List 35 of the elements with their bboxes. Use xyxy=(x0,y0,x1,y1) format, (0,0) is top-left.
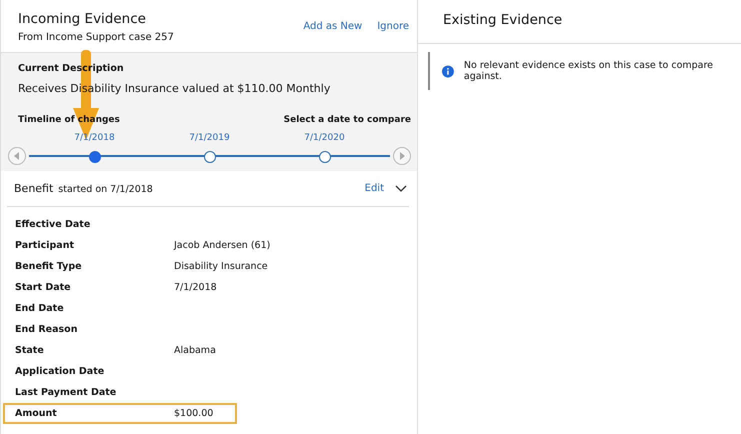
caret-left-icon xyxy=(12,151,22,161)
field-value: 7/1/2018 xyxy=(174,282,217,293)
panel-title: Incoming Evidence xyxy=(18,11,147,27)
field-label: Effective Date xyxy=(15,219,92,230)
field-value: Jacob Andersen (61) xyxy=(174,240,270,251)
chevron-icon[interactable] xyxy=(395,184,407,192)
timeline-date[interactable]: 7/1/2018 xyxy=(74,133,115,143)
field-label: End Reason xyxy=(15,324,78,335)
panel-subtitle: From Income Support case 257 xyxy=(18,32,174,43)
caret-right-icon xyxy=(397,151,407,161)
field-label: Application Date xyxy=(15,366,106,377)
panel-title: Existing Evidence xyxy=(443,12,564,28)
field-label: Last Payment Date xyxy=(15,387,118,398)
field-label: State xyxy=(15,345,45,356)
field-value: Alabama xyxy=(174,345,216,356)
field-label: End Date xyxy=(15,303,65,314)
notice-text: No relevant evidence exists on this case to compare against. xyxy=(464,60,714,82)
timeline-point[interactable] xyxy=(88,151,100,163)
timeline-date[interactable]: 7/1/2020 xyxy=(304,133,345,143)
field-label: Participant xyxy=(15,240,76,251)
field-value: Disability Insurance xyxy=(174,261,268,272)
benefit-start: started on 7/1/2018 xyxy=(58,184,153,195)
action-link[interactable]: Ignore xyxy=(377,21,409,44)
benefit-title: Benefit xyxy=(14,182,54,195)
field-value: $100.00 xyxy=(174,408,214,419)
timeline-point[interactable] xyxy=(318,151,330,163)
field-label: Benefit Type xyxy=(15,261,83,272)
timeline-date[interactable]: 7/1/2019 xyxy=(189,133,230,143)
compare-label: Select a date to compare xyxy=(284,115,411,125)
action-link[interactable]: Add as New xyxy=(303,21,362,44)
field-label: Start Date xyxy=(15,282,72,293)
timeline-point[interactable] xyxy=(204,151,216,163)
edit-link[interactable]: Edit xyxy=(364,183,384,194)
field-label: Amount xyxy=(15,408,58,419)
info-icon xyxy=(442,64,454,78)
